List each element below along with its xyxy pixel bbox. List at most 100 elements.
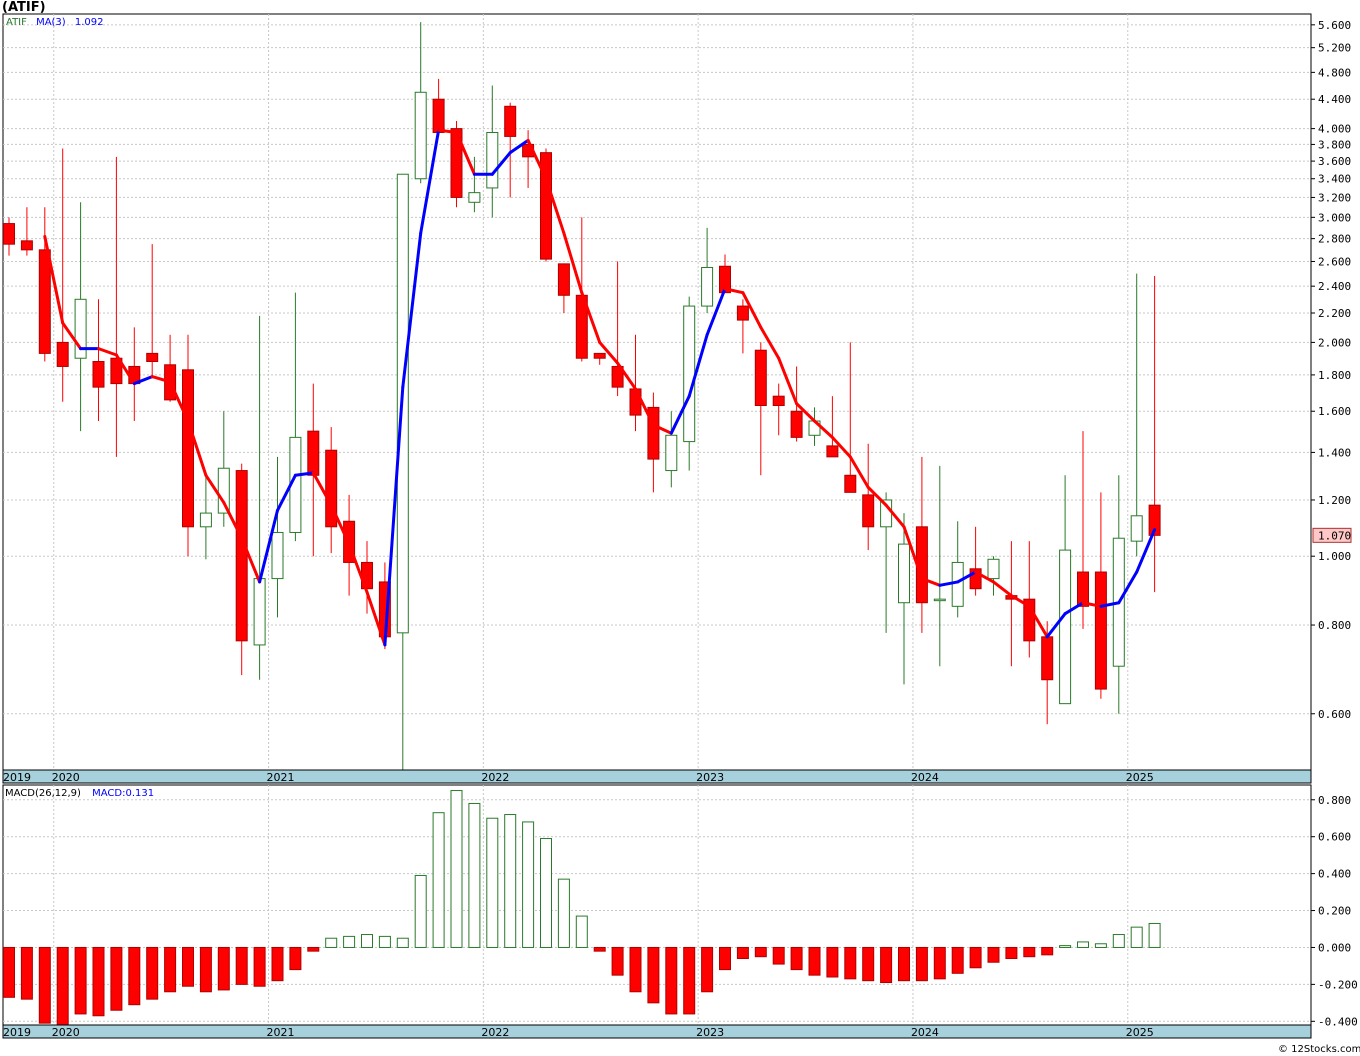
candle-body <box>468 192 481 203</box>
macd-bar <box>325 937 338 948</box>
candle-body <box>20 240 33 251</box>
candle-body <box>987 558 1000 580</box>
price-tick-label: 1.400 <box>1318 446 1351 459</box>
macd-bar <box>611 946 624 976</box>
candle-body <box>38 249 51 354</box>
macd-bar <box>504 814 517 948</box>
candle-body <box>629 388 642 416</box>
price-x-axis: 2019 2020 2021 2022 2023 2024 2025 <box>2 769 1312 784</box>
price-tick-label: 0.600 <box>1318 708 1351 721</box>
stock-chart: (ATIF) 5.600 5.200 4.800 4.400 4.000 3.800 3.6… <box>0 0 1360 1056</box>
macd-bar <box>1112 934 1125 948</box>
macd-bar <box>164 946 177 993</box>
price-tick-label: 3.400 <box>1318 173 1351 186</box>
macd-year-label: 2021 <box>267 1026 295 1039</box>
macd-bar <box>74 946 87 1015</box>
macd-panel: 0.800 0.600 0.400 0.200 0.000 -0.200 -0.400 MA… <box>2 784 1358 1028</box>
macd-bar <box>289 946 302 971</box>
macd-bar <box>378 935 391 948</box>
macd-bar <box>683 946 696 1015</box>
macd-bar <box>522 821 535 948</box>
candle-body <box>3 223 15 245</box>
macd-bar <box>128 946 141 1006</box>
candle-body <box>253 578 266 646</box>
ma-label: MA(3) <box>36 17 66 28</box>
candle-body <box>862 494 875 528</box>
macd-bar <box>38 946 51 1024</box>
macd-year-label: 2025 <box>1126 1026 1154 1039</box>
macd-bar <box>951 946 964 974</box>
candle-body <box>1130 515 1143 542</box>
candle <box>540 148 552 262</box>
macd-bar <box>575 915 588 948</box>
macd-bar <box>1077 941 1089 948</box>
macd-bar <box>701 946 714 993</box>
price-tick-label: 0.800 <box>1318 619 1351 632</box>
macd-bar <box>217 946 230 991</box>
last-price-tag: 1.070 <box>1312 527 1352 543</box>
macd-tick-label: -0.200 <box>1318 978 1358 991</box>
macd-bar <box>307 946 320 952</box>
price-tick-label: 4.000 <box>1318 123 1351 136</box>
macd-bar <box>146 946 159 1000</box>
macd-bar <box>199 946 212 993</box>
candle-body <box>898 543 910 604</box>
price-tick-label: 1.800 <box>1318 369 1351 382</box>
macd-bar <box>1148 922 1161 948</box>
price-year-label: 2020 <box>52 771 80 784</box>
candle-body <box>1094 571 1107 690</box>
price-tick-label: 2.800 <box>1318 233 1351 246</box>
candle-body <box>235 470 248 642</box>
macd-bar <box>736 946 749 960</box>
candle-body <box>951 561 964 607</box>
macd-bar <box>915 946 928 982</box>
macd-tick-label: 0.800 <box>1318 794 1351 807</box>
price-tick-label: 3.800 <box>1318 138 1351 151</box>
macd-bar <box>540 838 552 948</box>
macd-tick-label: 0.600 <box>1318 831 1351 844</box>
ma-value: 1.092 <box>75 17 104 28</box>
candle-body <box>772 395 785 407</box>
macd-bar <box>1059 945 1072 948</box>
candle-body <box>736 305 749 321</box>
macd-bar <box>1023 946 1036 958</box>
chart-title: (ATIF) <box>2 0 46 15</box>
macd-bar <box>808 946 821 976</box>
candle-body <box>665 434 678 472</box>
price-tick-label: 1.600 <box>1318 405 1351 418</box>
macd-bar <box>271 946 284 982</box>
macd-bar <box>182 946 194 987</box>
price-year-label: 2023 <box>696 771 724 784</box>
price-tick-label: 2.600 <box>1318 255 1351 268</box>
macd-bar <box>987 946 1000 963</box>
price-tick-label: 2.000 <box>1318 336 1351 349</box>
candle-body <box>790 410 803 438</box>
macd-bar <box>1130 926 1143 948</box>
price-tick-label: 3.200 <box>1318 191 1351 204</box>
macd-bar <box>3 946 15 998</box>
macd-bar <box>557 878 570 948</box>
candle-body <box>217 467 230 514</box>
candle-body <box>414 91 427 180</box>
macd-bar <box>92 946 105 1017</box>
candle-body <box>933 598 946 602</box>
macd-bar <box>629 946 642 993</box>
macd-year-label: 2022 <box>481 1026 509 1039</box>
price-year-label: 2024 <box>911 771 939 784</box>
price-tick-label: 2.400 <box>1318 280 1351 293</box>
candle-body <box>307 430 320 476</box>
candle-body <box>182 369 194 528</box>
macd-bar <box>450 790 463 948</box>
macd-label: MACD(26,12,9) <box>5 788 81 799</box>
macd-bar <box>719 946 731 971</box>
price-tick-label: 1.200 <box>1318 494 1351 507</box>
macd-bar <box>414 874 427 948</box>
price-year-label: 2025 <box>1126 771 1154 784</box>
macd-bar <box>826 946 839 978</box>
macd-year-label: 2020 <box>52 1026 80 1039</box>
macd-tick-label: -0.400 <box>1318 1015 1358 1028</box>
macd-bar <box>665 946 678 1015</box>
macd-bar <box>235 946 248 985</box>
macd-bar <box>790 946 803 971</box>
macd-year-label: 2024 <box>911 1026 939 1039</box>
